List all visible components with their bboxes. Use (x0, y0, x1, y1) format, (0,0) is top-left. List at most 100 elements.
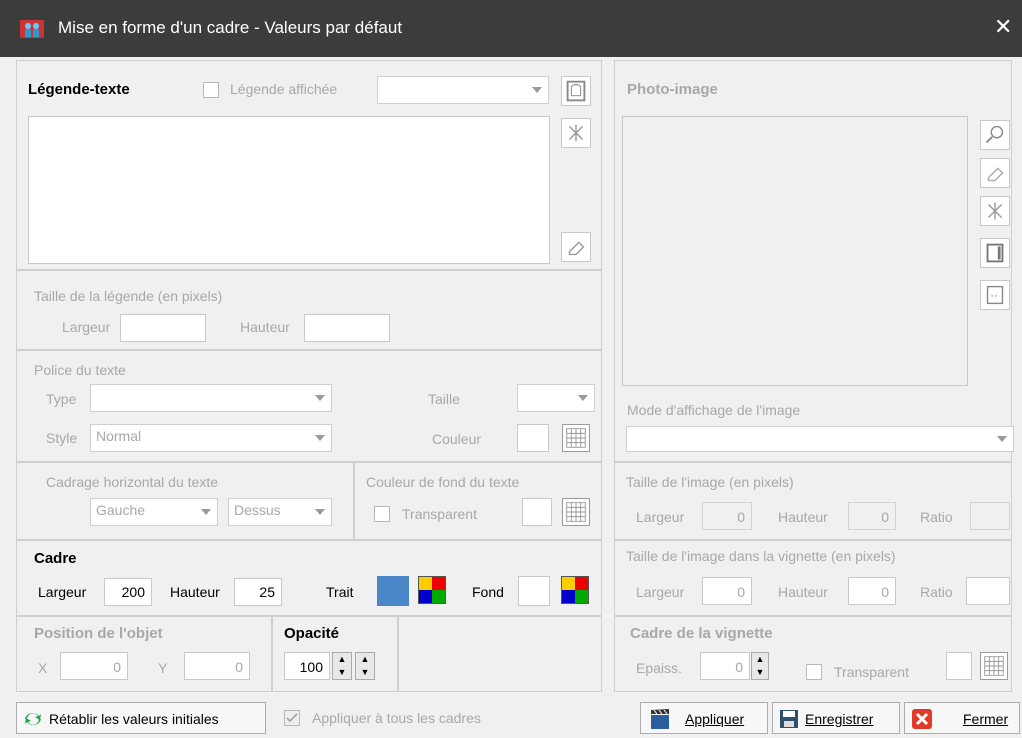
legend-height-label: Hauteur (240, 319, 290, 335)
position-x-input[interactable]: 0 (60, 652, 128, 680)
photo-mode-title: Mode d'affichage de l'image (627, 402, 801, 418)
font-style-dropdown[interactable]: Normal (90, 424, 332, 452)
app-icon (20, 18, 44, 40)
legend-size-title: Taille de la légende (en pixels) (34, 288, 223, 304)
cadre-heading: Cadre (34, 550, 77, 567)
color-grid-icon[interactable] (562, 498, 590, 526)
font-title: Police du texte (34, 362, 126, 378)
photo-height-input[interactable]: 0 (848, 502, 896, 530)
crop-icon[interactable] (980, 280, 1010, 310)
vignette-thickness-input[interactable]: 0 (700, 652, 750, 680)
vignette-transparent-checkbox[interactable] (806, 664, 822, 680)
framing-h-value: Gauche (96, 502, 146, 518)
color-grid-icon[interactable] (561, 576, 589, 604)
window-title: Mise en forme d'un cadre - Valeurs par d… (58, 18, 403, 37)
thumb-width-label: Largeur (636, 584, 685, 600)
magnifier-icon[interactable] (980, 120, 1010, 150)
save-label: Enregistrer (805, 711, 874, 727)
photo-ratio-input[interactable] (970, 502, 1010, 530)
vignette-thickness-label: Epaiss. (636, 660, 682, 676)
cadre-stroke-swatch[interactable] (377, 576, 409, 606)
font-color-swatch[interactable] (517, 424, 549, 452)
thumb-height-input[interactable]: 0 (848, 577, 896, 605)
vignette-color-swatch[interactable] (946, 652, 972, 680)
thumb-size-title: Taille de l'image dans la vignette (en p… (626, 548, 896, 564)
thumb-ratio-input[interactable] (966, 577, 1010, 605)
vignette-title: Cadre de la vignette (630, 625, 773, 642)
photo-preview (622, 116, 968, 386)
position-title: Position de l'objet (34, 625, 163, 642)
legend-shown-label: Légende affichée (230, 81, 338, 97)
legend-shown-checkbox[interactable] (203, 82, 219, 98)
clapper-icon (649, 707, 671, 731)
cadre-width-input[interactable]: 200 (104, 578, 152, 606)
cadre-width-label: Largeur (38, 584, 87, 600)
vignette-thickness-stepper[interactable]: ▲ ▼ (751, 652, 769, 680)
framing-h-dropdown[interactable]: Gauche (90, 498, 218, 526)
position-x-label: X (38, 660, 48, 676)
cancel-icon (911, 708, 933, 730)
save-button[interactable]: Enregistrer (772, 702, 900, 734)
position-y-input[interactable]: 0 (184, 652, 250, 680)
refresh-icon (23, 709, 43, 729)
font-type-dropdown[interactable] (90, 384, 332, 412)
opacity-stepper-down[interactable]: ▲ ▼ (332, 652, 352, 680)
color-grid-icon[interactable] (562, 424, 590, 452)
close-label: Fermer (963, 711, 1009, 727)
photo-width-label: Largeur (636, 509, 685, 525)
cadre-fill-label: Fond (472, 584, 504, 600)
photo-size-title: Taille de l'image (en pixels) (626, 474, 794, 490)
thumb-width-input[interactable]: 0 (702, 577, 752, 605)
bgcolor-title: Couleur de fond du texte (366, 474, 520, 490)
symbol-icon[interactable] (980, 196, 1010, 226)
legend-heading: Légende-texte (28, 81, 130, 98)
legend-width-label: Largeur (62, 319, 111, 335)
font-size-label: Taille (428, 391, 460, 407)
font-style-value: Normal (96, 428, 142, 444)
legend-text-area[interactable] (28, 116, 550, 264)
cadre-height-label: Hauteur (170, 584, 220, 600)
eraser-icon[interactable] (561, 232, 591, 262)
symbol-icon[interactable] (561, 118, 591, 148)
legend-width-input[interactable] (120, 314, 206, 342)
bgcolor-transparent-label: Transparent (402, 506, 477, 522)
title-bar: Mise en forme d'un cadre - Valeurs par d… (0, 0, 1022, 57)
font-type-label: Type (46, 391, 77, 407)
photo-ratio-label: Ratio (920, 509, 953, 525)
empty-panel (398, 616, 602, 692)
border-icon[interactable] (980, 238, 1010, 268)
legend-dropdown[interactable] (377, 76, 549, 104)
color-grid-icon[interactable] (418, 576, 446, 604)
cadre-height-input[interactable]: 25 (234, 578, 282, 606)
thumb-ratio-label: Ratio (920, 584, 953, 600)
thumb-height-label: Hauteur (778, 584, 828, 600)
font-color-label: Couleur (432, 431, 482, 447)
framing-v-dropdown[interactable]: Dessus (228, 498, 332, 526)
apply-label: Appliquer (685, 711, 745, 727)
eraser-icon[interactable] (980, 158, 1010, 188)
cadre-stroke-label: Trait (326, 584, 354, 600)
reset-button[interactable]: Rétablir les valeurs initiales (16, 702, 266, 734)
floppy-icon (779, 709, 799, 729)
color-grid-icon[interactable] (980, 652, 1008, 680)
photo-mode-dropdown[interactable] (626, 426, 1014, 452)
opacity-stepper-up[interactable]: ▲ ▼ (355, 652, 375, 680)
frame-icon[interactable] (561, 76, 591, 106)
reset-label: Rétablir les valeurs initiales (49, 711, 219, 727)
apply-all-checkbox[interactable] (284, 710, 300, 726)
framing-v-value: Dessus (234, 502, 281, 518)
photo-height-label: Hauteur (778, 509, 828, 525)
photo-width-input[interactable]: 0 (702, 502, 752, 530)
photo-heading: Photo-image (627, 81, 718, 98)
close-icon[interactable]: ✕ (994, 14, 1012, 40)
legend-height-input[interactable] (304, 314, 390, 342)
font-style-label: Style (46, 430, 78, 446)
bgcolor-swatch[interactable] (522, 498, 552, 526)
close-button[interactable]: Fermer (904, 702, 1020, 734)
cadre-fill-swatch[interactable] (518, 576, 550, 606)
apply-button[interactable]: Appliquer (640, 702, 768, 734)
opacity-title: Opacité (284, 625, 340, 642)
opacity-input[interactable]: 100 (284, 652, 330, 680)
font-size-dropdown[interactable] (517, 384, 595, 412)
bgcolor-transparent-checkbox[interactable] (374, 506, 390, 522)
